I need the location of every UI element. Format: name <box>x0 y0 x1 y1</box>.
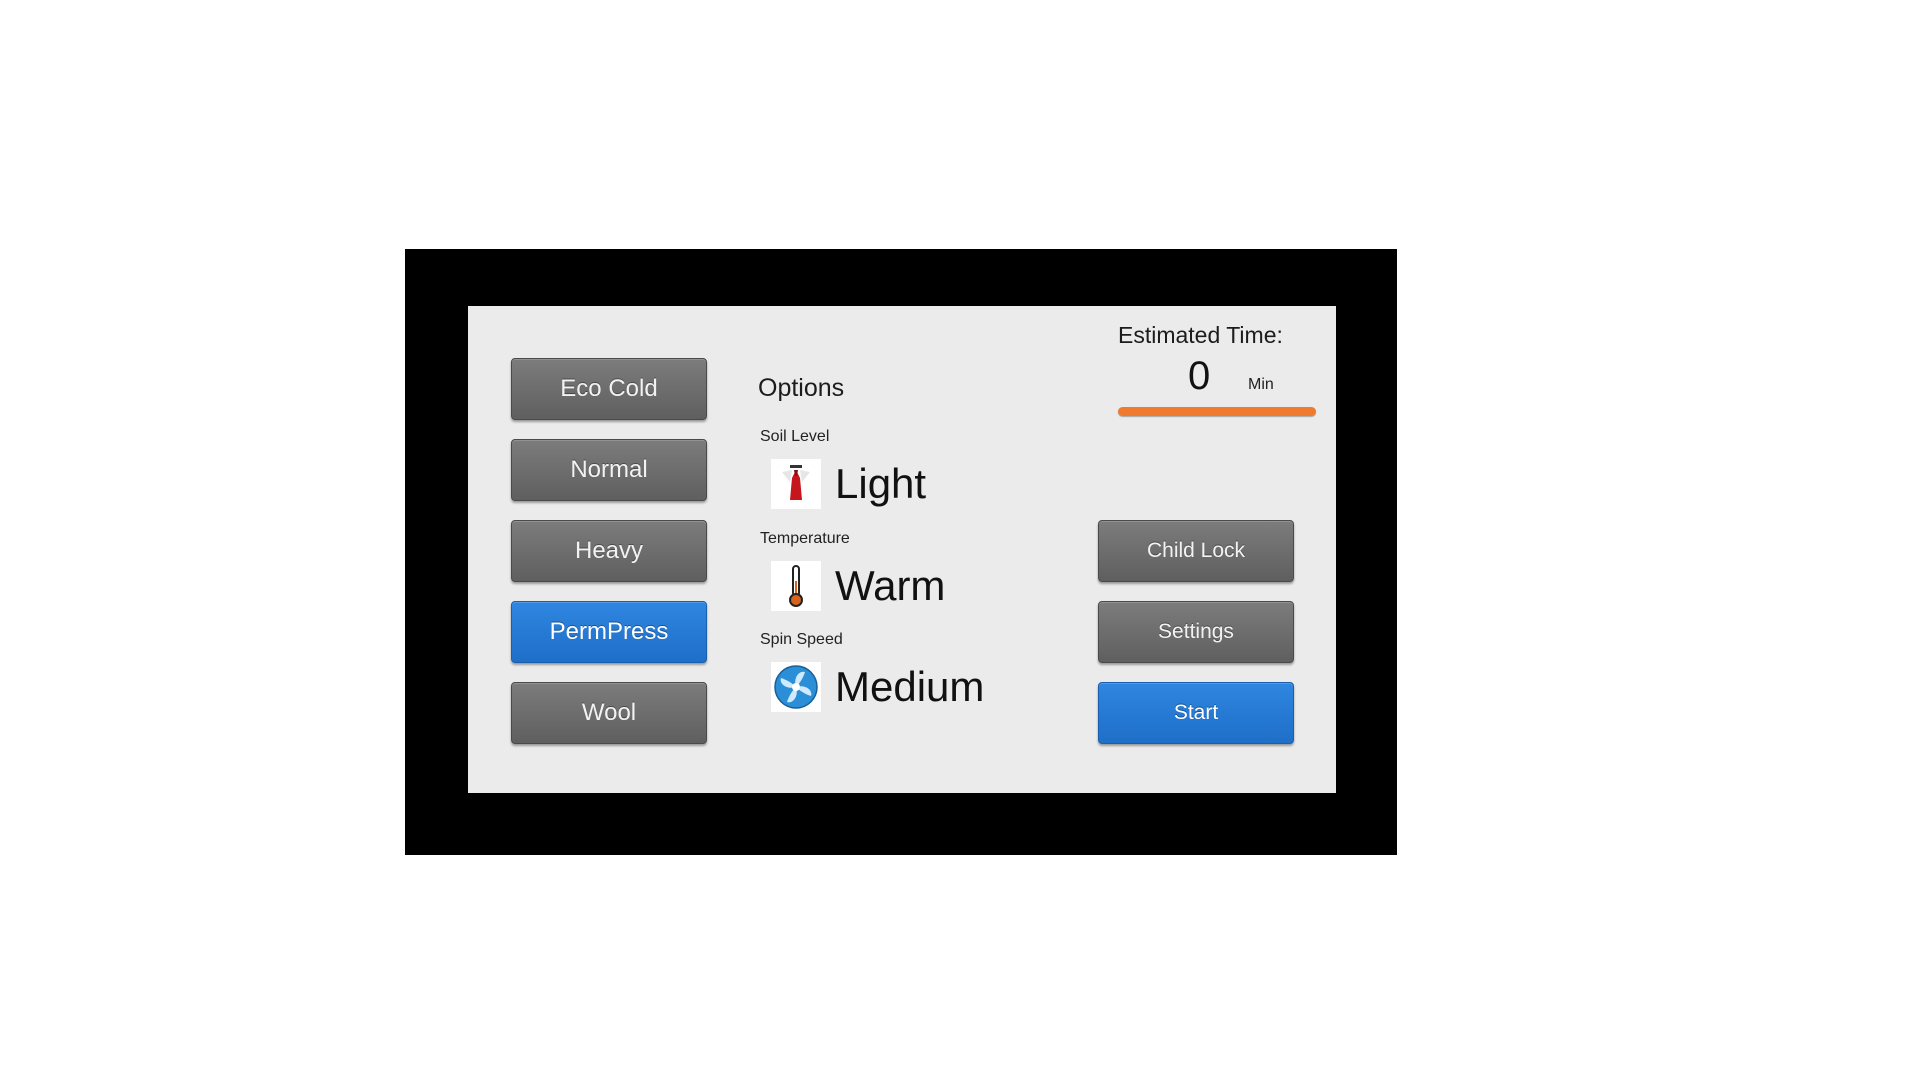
spin-speed-value: Medium <box>835 663 985 710</box>
spin-speed-option[interactable]: Medium <box>771 662 984 712</box>
device-bezel: Eco Cold Normal Heavy PermPress Wool Opt… <box>405 249 1397 855</box>
spin-speed-label: Spin Speed <box>760 631 843 648</box>
options-title: Options <box>758 374 845 402</box>
washer-screen: Eco Cold Normal Heavy PermPress Wool Opt… <box>468 306 1336 793</box>
shirt-icon <box>771 459 821 509</box>
cycle-button-heavy[interactable]: Heavy <box>511 520 707 582</box>
soil-level-label: Soil Level <box>760 428 830 445</box>
start-button[interactable]: Start <box>1098 682 1294 744</box>
settings-button[interactable]: Settings <box>1098 601 1294 663</box>
temperature-value: Warm <box>835 562 946 609</box>
fan-icon <box>771 662 821 712</box>
temperature-option[interactable]: Warm <box>771 561 945 611</box>
cycle-button-normal[interactable]: Normal <box>511 439 707 501</box>
cycle-button-permpress[interactable]: PermPress <box>511 601 707 663</box>
thermometer-icon <box>771 561 821 611</box>
temperature-label: Temperature <box>760 530 850 547</box>
estimated-time-value: 0 <box>1188 354 1211 398</box>
estimated-time-unit: Min <box>1248 376 1274 393</box>
estimated-time-label: Estimated Time: <box>1118 322 1283 348</box>
soil-level-value: Light <box>835 460 927 507</box>
child-lock-button[interactable]: Child Lock <box>1098 520 1294 582</box>
cycle-button-eco-cold[interactable]: Eco Cold <box>511 358 707 420</box>
cycle-button-wool[interactable]: Wool <box>511 682 707 744</box>
progress-bar <box>1118 407 1316 416</box>
soil-level-option[interactable]: Light <box>771 459 926 509</box>
